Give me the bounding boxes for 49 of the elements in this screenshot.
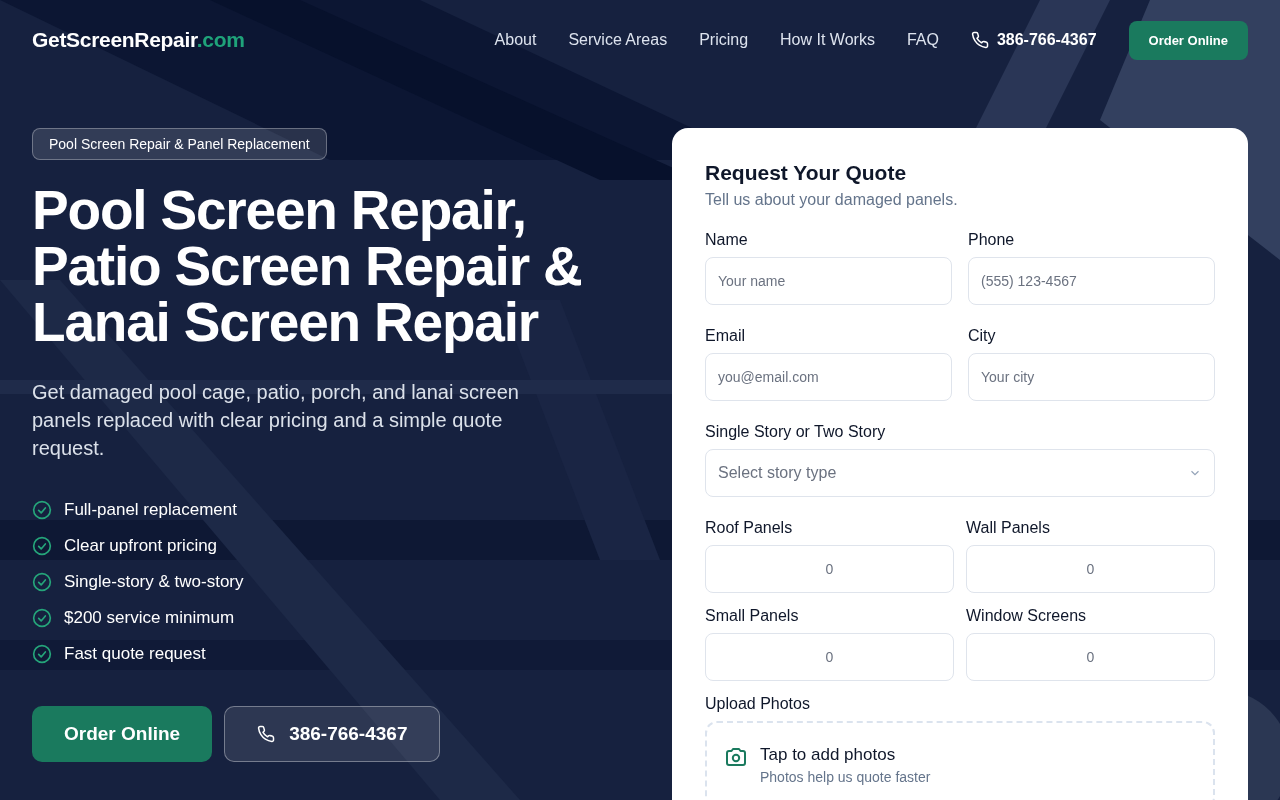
field-label: Phone [968,231,1016,249]
field-label: Small Panels [705,607,800,625]
form-title: Request Your Quote [705,161,908,185]
check-circle-icon [32,608,52,628]
phone-link[interactable]: 386-766-4367 [970,31,1097,49]
check-circle-icon [32,500,52,520]
call-button[interactable]: 386-766-4367 [224,706,441,762]
field-label: Single Story or Two Story [705,423,887,441]
input-field[interactable]: 0 [966,633,1215,681]
check-circle-icon [32,572,52,592]
hero-subtitle: Get damaged pool cage, patio, porch, and lanai screen panels replaced with clear pricing and a simple quote request. [32,380,520,461]
nav-link[interactable]: How It Works [780,31,875,49]
order-online-button[interactable]: Order Online [1128,20,1248,60]
input-field[interactable]: you@email.com [705,353,952,401]
field-label: Wall Panels [966,519,1051,537]
input-field[interactable]: Your city [968,353,1215,401]
field-label: Upload Photos [705,695,811,713]
hero-badge: Pool Screen Repair & Panel Replacement [32,128,327,160]
nav-link[interactable]: Pricing [699,31,749,49]
photo-upload-area[interactable]: Tap to add photos Photos help us quote faster [705,721,1215,800]
feature-text: Clear upfront pricing [64,536,218,556]
feature-text: Single-story & two-story [64,572,244,592]
feature-text: $200 service minimum [64,608,235,628]
nav-link[interactable]: Service Areas [568,31,668,49]
input-field[interactable]: 0 [705,545,954,593]
check-circle-icon [32,644,52,664]
upload-title: Tap to add photos [760,745,897,765]
field-label: Name [705,231,749,249]
input-field[interactable]: 0 [966,545,1215,593]
story-type-dropdown[interactable]: Select story type [705,449,1215,497]
upload-hint: Photos help us quote faster [760,769,931,785]
input-field[interactable]: (555) 123-4567 [968,257,1215,305]
field-label: City [968,327,997,345]
feature-text: Full-panel replacement [64,500,237,520]
nav-link[interactable]: About [494,31,537,49]
check-circle-icon [32,536,52,556]
nav-link[interactable]: FAQ [906,31,939,49]
phone-icon [257,725,276,743]
phone-icon [970,31,989,49]
field-label: Email [705,327,746,345]
logo[interactable]: GetScreenRepair.com [32,28,245,52]
input-field[interactable]: 0 [705,633,954,681]
input-field[interactable]: Your name [705,257,952,305]
field-label: Window Screens [966,607,1088,625]
form-subtitle: Tell us about your damaged panels. [705,191,959,209]
camera-icon [724,745,748,769]
field-label: Roof Panels [705,519,794,537]
feature-text: Fast quote request [64,644,206,664]
order-online-button[interactable]: Order Online [32,706,213,762]
